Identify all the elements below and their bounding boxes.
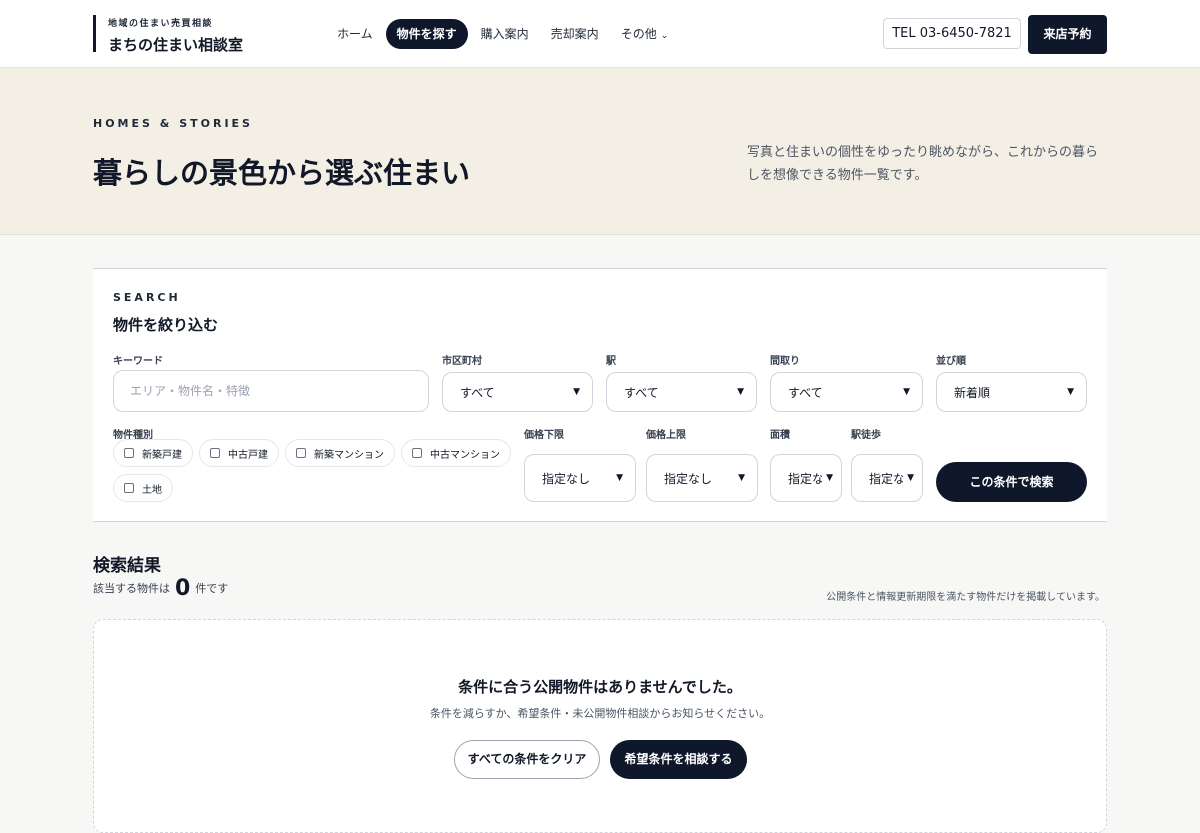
hero-section: HOMES & STORIES 暮らしの景色から選ぶ住まい 写真と住まいの個性を… (0, 68, 1200, 235)
walk-value: 指定なし (869, 471, 903, 486)
checkbox-icon (412, 448, 422, 458)
type-checkbox-land[interactable]: 土地 (113, 474, 173, 502)
layout-select-value: すべて (788, 385, 823, 400)
phone-number[interactable]: TEL 03-6450-7821 (883, 18, 1021, 49)
area-select[interactable]: 指定なし ▼ (770, 454, 842, 502)
empty-state-description: 条件を減らすか、希望条件・未公開物件相談からお知らせください。 (429, 707, 771, 720)
station-label: 駅 (606, 356, 616, 367)
chevron-down-icon: ▼ (907, 473, 914, 483)
checkbox-icon (296, 448, 306, 458)
clear-conditions-button[interactable]: すべての条件をクリア (454, 740, 600, 779)
checkbox-icon (124, 448, 134, 458)
chevron-down-icon: ▼ (903, 387, 910, 397)
page-title: 暮らしの景色から選ぶ住まい (93, 156, 471, 190)
hero-description: 写真と住まいの個性をゆったり眺めながら、これからの暮らしを想像できる物件一覧です… (747, 145, 1099, 183)
walk-label: 駅徒歩 (851, 430, 881, 441)
type-checkbox-label: 土地 (142, 484, 162, 496)
walk-select[interactable]: 指定なし ▼ (851, 454, 923, 502)
site-logo[interactable]: 地域の住まい売買相談 まちの住まい相談室 (93, 15, 244, 54)
nav-purchase-guide[interactable]: 購入案内 (470, 19, 540, 49)
nav-home[interactable]: ホーム (326, 19, 384, 49)
area-value: 指定なし (788, 471, 822, 486)
search-title: 物件を絞り込む (113, 316, 219, 334)
empty-state-title: 条件に合う公開物件はありませんでした。 (458, 678, 742, 696)
price-max-value: 指定なし (664, 471, 713, 486)
city-label: 市区町村 (442, 356, 482, 367)
chevron-down-icon: ▼ (738, 473, 745, 483)
nav-search-properties[interactable]: 物件を探す (385, 19, 468, 49)
logo-subtitle: 地域の住まい売買相談 (108, 19, 214, 29)
checkbox-icon (210, 448, 220, 458)
results-note: 公開条件と情報更新期限を満たす物件だけを掲載しています。 (826, 592, 1105, 603)
nav-sale-guide[interactable]: 売却案内 (540, 19, 610, 49)
nav-other-label: その他 (620, 27, 657, 41)
chevron-down-icon: ▼ (1067, 387, 1074, 397)
results-title: 検索結果 (93, 556, 161, 576)
sort-select[interactable]: 新着順 ▼ (936, 372, 1087, 412)
type-checkbox-label: 中古マンション (430, 449, 500, 461)
search-panel: SEARCH 物件を絞り込む キーワード 市区町村 すべて ▼ 駅 すべて ▼ 間取… (93, 268, 1107, 522)
type-checkbox-new-house[interactable]: 新築戸建 (113, 439, 193, 467)
sort-select-value: 新着順 (954, 385, 991, 400)
results-count-suffix: 件です (195, 582, 229, 595)
type-checkbox-label: 中古戸建 (228, 449, 268, 461)
price-min-value: 指定なし (542, 471, 591, 486)
type-checkbox-used-mansion[interactable]: 中古マンション (401, 439, 511, 467)
station-select-value: すべて (624, 385, 659, 400)
station-select[interactable]: すべて ▼ (606, 372, 757, 412)
checkbox-icon (124, 483, 134, 493)
site-header: 地域の住まい売買相談 まちの住まい相談室 ホーム 物件を探す 購入案内 売却案内… (0, 0, 1200, 68)
logo-title: まちの住まい相談室 (108, 36, 244, 54)
main-nav: ホーム 物件を探す 購入案内 売却案内 その他 ⌄ (326, 19, 679, 49)
type-checkbox-label: 新築戸建 (142, 449, 182, 461)
price-min-label: 価格下限 (524, 430, 564, 441)
chevron-down-icon: ▼ (616, 473, 623, 483)
type-checkbox-new-mansion[interactable]: 新築マンション (285, 439, 395, 467)
area-label: 面積 (770, 430, 790, 441)
city-select-value: すべて (460, 385, 495, 400)
type-checkbox-used-house[interactable]: 中古戸建 (199, 439, 279, 467)
price-max-select[interactable]: 指定なし ▼ (646, 454, 758, 502)
sort-label: 並び順 (936, 356, 966, 367)
type-checkbox-label: 新築マンション (314, 449, 384, 461)
chevron-down-icon: ▼ (573, 387, 580, 397)
reserve-visit-button[interactable]: 来店予約 (1028, 15, 1107, 54)
results-count: 該当する物件は 0 件です (93, 576, 228, 601)
price-max-label: 価格上限 (646, 430, 686, 441)
empty-state: 条件に合う公開物件はありませんでした。 条件を減らすか、希望条件・未公開物件相談… (93, 619, 1107, 833)
keyword-input[interactable] (113, 370, 429, 412)
price-min-select[interactable]: 指定なし ▼ (524, 454, 636, 502)
search-submit-button[interactable]: この条件で検索 (936, 462, 1087, 502)
layout-label: 間取り (770, 356, 800, 367)
results-count-prefix: 該当する物件は (93, 582, 170, 595)
city-select[interactable]: すべて ▼ (442, 372, 593, 412)
nav-other-dropdown[interactable]: その他 ⌄ (610, 19, 680, 49)
chevron-down-icon: ▼ (826, 473, 833, 483)
search-kicker: SEARCH (113, 291, 181, 304)
chevron-down-icon: ⌄ (660, 31, 669, 41)
consult-conditions-button[interactable]: 希望条件を相談する (610, 740, 747, 779)
keyword-label: キーワード (113, 356, 163, 367)
layout-select[interactable]: すべて ▼ (770, 372, 923, 412)
results-count-number: 0 (175, 576, 191, 601)
chevron-down-icon: ▼ (737, 387, 744, 397)
hero-kicker: HOMES & STORIES (93, 117, 253, 130)
